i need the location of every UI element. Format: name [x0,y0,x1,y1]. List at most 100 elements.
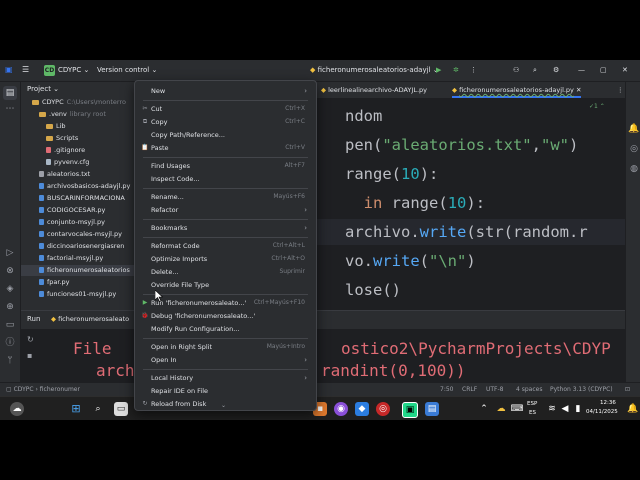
menu-item-repair-ide-on-file[interactable]: Repair IDE on File [138,385,313,397]
tree-item[interactable]: diccinoariosenergiasren [21,241,134,252]
language-indicator[interactable]: ESP [527,401,537,407]
tree-item[interactable]: archivosbasicos-adayjl.py [21,181,134,192]
wifi-icon[interactable]: ≋ [545,402,559,416]
tree-item[interactable]: .venv library root [21,109,134,120]
notifications-icon[interactable]: 🔔 [627,122,640,136]
weather-icon[interactable]: ☁ [10,402,24,416]
close-icon[interactable]: ✕ [622,60,628,81]
notification-bell-icon[interactable]: 🔔 [626,402,640,416]
menu-item-cut[interactable]: ✂ Cut Ctrl+X [138,103,313,115]
run-tab[interactable]: ◆ ficheronumerosaleato [51,315,129,323]
tree-item[interactable]: Lib [21,121,134,132]
tree-item[interactable]: pyvenv.cfg [21,157,134,168]
project-switcher[interactable]: CDYPC ⌄ [58,60,89,81]
ai-assistant-icon[interactable]: ◎ [627,142,640,156]
python-packages-icon[interactable]: ⊗ [3,264,17,278]
tree-item[interactable]: contarvocales-msyjl.py [21,229,134,240]
python-console-icon[interactable]: ⊕ [3,300,17,314]
pycharm-taskbar-icon[interactable]: ▣ [402,402,418,418]
tree-item[interactable]: ficheronumerosaleatorios [21,265,134,276]
windows-start-icon[interactable]: ⊞ [69,402,83,416]
menu-item-override-file-type[interactable]: Override File Type [138,279,313,291]
debug-icon[interactable]: ✲ [453,60,459,81]
app-icon[interactable]: ◉ [334,402,348,416]
indent-setting[interactable]: 4 spaces [516,383,542,397]
tree-item[interactable]: fpar.py [21,277,134,288]
hamburger-menu-icon[interactable]: ☰ [22,60,29,81]
tab-leerlinea[interactable]: ◆ leerlinealinearchivo-ADAYJL.py [321,82,427,98]
file-encoding[interactable]: UTF-8 [486,383,504,397]
menu-item-modify-run-configuration[interactable]: Modify Run Configuration... [138,323,313,335]
tab-options-icon[interactable]: ⋮ [617,82,624,98]
code-editor[interactable]: ✓1 ⌃ ndom pen("aleatorios.txt","w") range(… [315,99,625,305]
cloud-icon[interactable]: ☁ [494,402,508,416]
keyboard-icon[interactable]: ⌨ [510,402,524,416]
main-menu-icon[interactable]: ▣ [5,60,13,81]
tree-item[interactable]: BUSCARINFORMACIONA [21,193,134,204]
search-icon[interactable]: ⌕ [91,402,105,416]
project-panel-title[interactable]: Project ⌄ [27,85,59,93]
python-interpreter[interactable]: Python 3.13 (CDYPC) [550,383,613,397]
breadcrumb[interactable]: ▢ CDYPC › ficheronumer [6,383,80,397]
rerun-icon[interactable]: ↻ [27,335,34,344]
tree-item[interactable]: CODIGOCESAR.py [21,205,134,216]
menu-item-copy[interactable]: ⧉ Copy Ctrl+C [138,116,313,128]
menu-item-rename[interactable]: Rename... Mayús+F6 [138,191,313,203]
tree-item[interactable]: funciones01-msyjl.py [21,289,134,300]
vcs-widget[interactable]: Version control ⌄ [97,60,157,81]
chrome-icon[interactable]: ◎ [376,402,390,416]
menu-item-delete[interactable]: Delete... Suprimir [138,266,313,278]
problems-icon[interactable]: ⓘ [3,336,17,350]
lock-icon[interactable]: ⊡ [625,383,630,397]
menu-item-inspect-code[interactable]: Inspect Code... [138,173,313,185]
project-badge[interactable]: CD [44,65,55,76]
tab-close-icon[interactable]: ✕ [576,86,581,94]
scroll-down-icon[interactable]: ⌄ [221,402,226,409]
run-icon[interactable]: ▶ [436,60,441,81]
task-view-icon[interactable]: ▭ [114,402,128,416]
menu-item-bookmarks[interactable]: Bookmarks › [138,222,313,234]
explorer-icon[interactable]: ▤ [425,402,439,416]
caret-position[interactable]: 7:50 [440,383,453,397]
tree-item[interactable]: .gitignore [21,145,134,156]
run-config-selector[interactable]: ◆ ficheronumerosaleatorios-adayjl ⌄ [310,60,439,81]
menu-item-optimize-imports[interactable]: Optimize Imports Ctrl+Alt+O [138,253,313,265]
menu-item-debug-ficheronumerosaleato[interactable]: 🐞 Debug 'ficheronumerosaleato...' [138,310,313,322]
tab-ficheronumeros[interactable]: ◆ ficheronumerosaleatorios-adayjl.py ✕ [452,82,582,98]
tree-item[interactable]: factorial-msyjl.py [21,253,134,264]
tree-item[interactable]: Scripts [21,133,134,144]
terminal-icon[interactable]: ▭ [3,318,17,332]
inspection-widget[interactable]: ✓1 ⌃ [589,103,605,110]
clock-time[interactable]: 12:36 [600,400,616,406]
gear-icon[interactable]: ⚙ [553,60,559,81]
minimize-icon[interactable]: — [578,60,585,81]
git-icon[interactable]: ᛘ [3,354,17,368]
menu-item-copy-path-reference[interactable]: Copy Path/Reference... [138,129,313,141]
clock-date[interactable]: 04/11/2025 [586,409,618,415]
menu-item-paste[interactable]: 📋 Paste Ctrl+V [138,142,313,154]
menu-item-open-in-right-split[interactable]: Open in Right Split Mayús+Intro [138,341,313,353]
line-ending[interactable]: CRLF [462,383,477,397]
tree-item[interactable]: aleatorios.txt [21,169,134,180]
tree-item[interactable]: conjunto-msyjl.py [21,217,134,228]
store-icon[interactable]: ◆ [355,402,369,416]
more-actions-icon[interactable]: ⋮ [470,60,477,81]
user-icon[interactable]: ⚇ [513,60,519,81]
battery-icon[interactable]: ▮ [571,402,585,416]
search-icon[interactable]: ⌕ [533,60,537,81]
menu-item-open-in[interactable]: Open In › [138,354,313,366]
volume-icon[interactable]: ◀ [558,402,572,416]
menu-item-local-history[interactable]: Local History › [138,372,313,384]
database-icon[interactable]: ◍ [627,162,640,176]
project-tool-icon[interactable]: ▤ [3,86,17,100]
tree-item[interactable]: CDYPC C:\Users\monterro [21,97,134,108]
more-tools-icon[interactable]: ⋯ [3,102,17,116]
menu-item-reformat-code[interactable]: Reformat Code Ctrl+Alt+L [138,240,313,252]
menu-item-run-ficheronumerosaleato[interactable]: ▶ Run 'ficheronumerosaleato...' Ctrl+Mayús… [138,297,313,309]
menu-item-find-usages[interactable]: Find Usages Alt+F7 [138,160,313,172]
chevron-up-icon[interactable]: ⌃ [477,402,491,416]
layers-icon[interactable]: ◈ [3,282,17,296]
run-tool-icon[interactable]: ▷ [3,246,17,260]
menu-item-new[interactable]: New › [138,85,313,97]
maximize-icon[interactable]: ▢ [600,60,607,81]
